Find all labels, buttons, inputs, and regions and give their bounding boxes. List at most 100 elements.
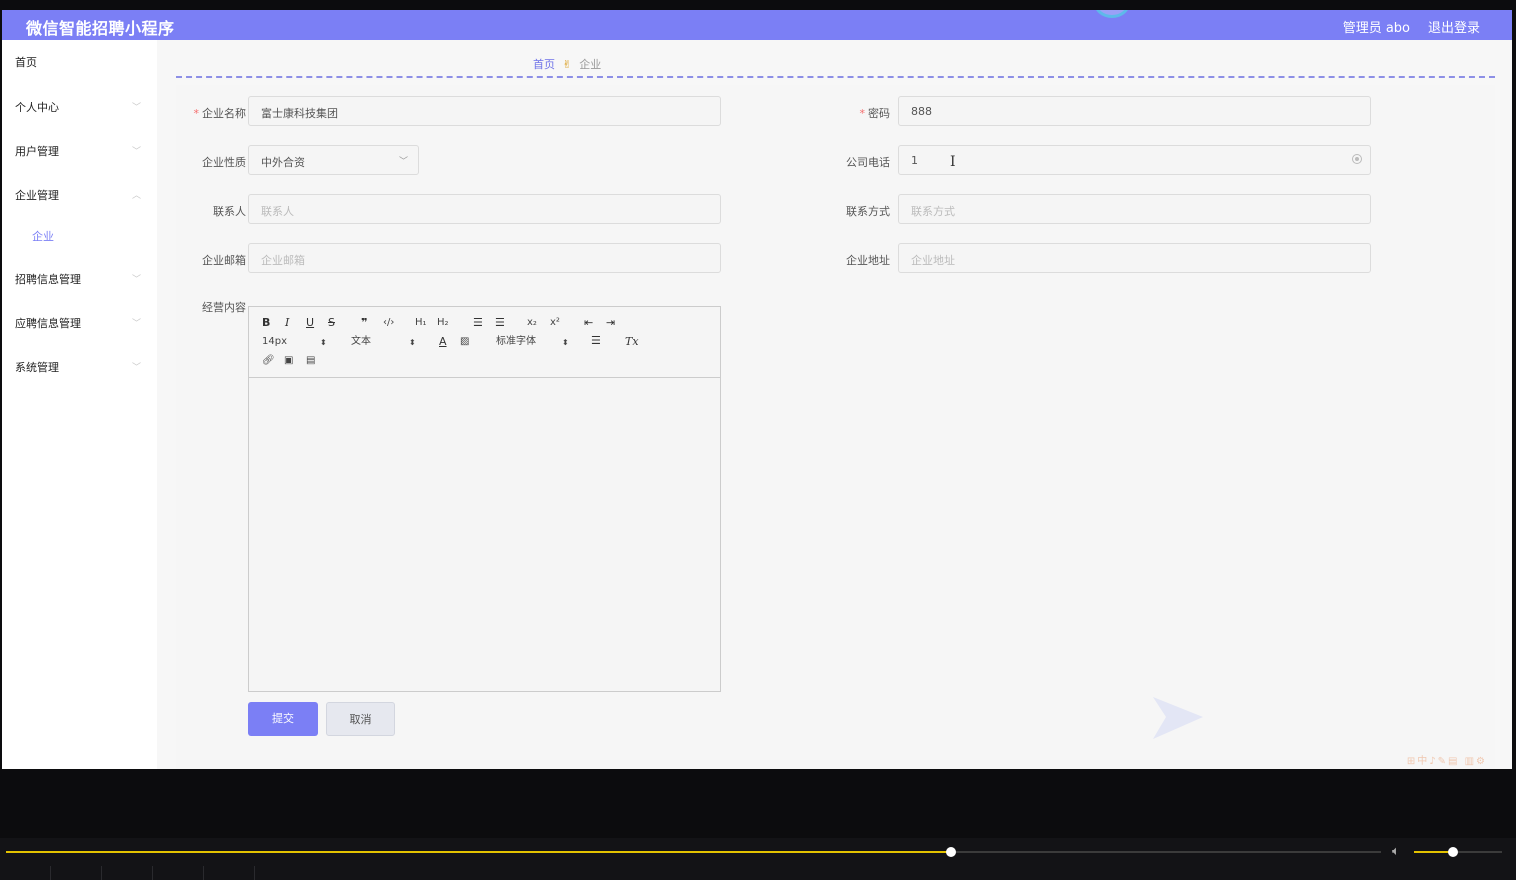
clear-format-button[interactable]: Tx bbox=[625, 335, 639, 349]
sidebar: 首页 个人中心 ﹀ 用户管理 ﹀ 企业管理 ︿ 企业 招聘信息管理 ﹀ 应聘信息… bbox=[2, 40, 157, 769]
company-phone-value: 1 bbox=[911, 154, 918, 167]
company-name-value: 富士康科技集团 bbox=[261, 107, 338, 120]
contact-method-input[interactable]: 联系方式 bbox=[898, 194, 1371, 224]
sidebar-item-system-management[interactable]: 系统管理 ﹀ bbox=[2, 351, 157, 381]
italic-button[interactable]: I bbox=[285, 316, 289, 330]
chevron-down-icon: ﹀ bbox=[132, 319, 142, 329]
player-tab-strip bbox=[0, 866, 260, 880]
superscript-button[interactable]: x² bbox=[550, 316, 560, 330]
company-nature-label: 企业性质 bbox=[202, 156, 246, 169]
floating-bubble-icon[interactable] bbox=[1094, 10, 1130, 18]
ime-tray-icons: ⊞中♪✎▤ ▥⚙ bbox=[1406, 756, 1487, 767]
sidebar-item-home[interactable]: 首页 bbox=[2, 46, 157, 76]
progress-handle[interactable] bbox=[945, 847, 956, 857]
player-tab[interactable] bbox=[51, 866, 102, 880]
editor-toolbar: B I U S ❞ ‹/› H₁ H₂ ☰ ☰ x₂ x² ⇤ ⇥ 14px ⬍… bbox=[249, 307, 720, 378]
password-value: 888 bbox=[911, 105, 932, 118]
company-email-input[interactable]: 企业邮箱 bbox=[248, 243, 721, 273]
required-mark: * bbox=[859, 107, 866, 120]
breadcrumb: 首页 ✌ 企业 bbox=[533, 56, 601, 72]
dashed-divider bbox=[176, 76, 1495, 78]
code-button[interactable]: ‹/› bbox=[383, 316, 394, 330]
contact-method-label: 联系方式 bbox=[846, 205, 890, 218]
password-label: * 密码 bbox=[859, 107, 891, 120]
company-nature-select[interactable]: 中外合资 ﹀ bbox=[248, 145, 419, 175]
logout-link[interactable]: 退出登录 bbox=[1428, 17, 1480, 36]
text-cursor-icon: I bbox=[950, 154, 956, 170]
player-tab[interactable] bbox=[204, 866, 255, 880]
editor-content-area[interactable] bbox=[249, 378, 720, 691]
volume-slider[interactable] bbox=[1414, 847, 1502, 857]
sidebar-item-label: 企业 bbox=[32, 230, 54, 243]
submit-button[interactable]: 提交 bbox=[248, 702, 318, 736]
company-name-label: * 企业名称 bbox=[193, 107, 247, 120]
app-window: 微信智能招聘小程序 管理员 abo 退出登录 首页 个人中心 ﹀ 用户管理 ﹀ … bbox=[2, 10, 1512, 769]
sidebar-item-company-management[interactable]: 企业管理 ︿ bbox=[2, 179, 157, 209]
paragraph-select[interactable]: 文本 ⬍ bbox=[351, 335, 419, 349]
password-input[interactable]: 888 bbox=[898, 96, 1371, 126]
strike-button[interactable]: S bbox=[328, 316, 335, 330]
sidebar-subitem-company[interactable]: 企业 bbox=[2, 220, 157, 250]
breadcrumb-home-link[interactable]: 首页 bbox=[533, 58, 555, 71]
clear-icon[interactable] bbox=[1352, 154, 1362, 164]
sidebar-item-user-management[interactable]: 用户管理 ﹀ bbox=[2, 135, 157, 165]
business-content-label: 经营内容 bbox=[202, 301, 246, 314]
sidebar-item-label: 个人中心 bbox=[15, 101, 59, 114]
font-family-select[interactable]: 标准字体 ⬍ bbox=[496, 335, 572, 349]
volume-handle[interactable] bbox=[1447, 847, 1458, 857]
contact-person-input[interactable]: 联系人 bbox=[248, 194, 721, 224]
player-tab[interactable] bbox=[153, 866, 204, 880]
bold-button[interactable]: B bbox=[262, 316, 270, 330]
sidebar-item-label: 系统管理 bbox=[15, 361, 59, 374]
h2-button[interactable]: H₂ bbox=[437, 316, 449, 330]
company-address-placeholder: 企业地址 bbox=[911, 254, 955, 267]
chevron-down-icon: ﹀ bbox=[398, 157, 408, 167]
contact-person-label: 联系人 bbox=[213, 205, 246, 218]
bullet-list-icon[interactable]: ☰ bbox=[495, 316, 505, 330]
chevron-up-icon: ︿ bbox=[132, 191, 142, 201]
required-mark: * bbox=[193, 107, 200, 120]
company-name-input[interactable]: 富士康科技集团 bbox=[248, 96, 721, 126]
hand-icon: ✌ bbox=[562, 58, 572, 71]
chevron-down-icon: ﹀ bbox=[132, 147, 142, 157]
company-address-label: 企业地址 bbox=[846, 254, 890, 267]
quote-button[interactable]: ❞ bbox=[361, 316, 367, 330]
company-email-placeholder: 企业邮箱 bbox=[261, 254, 305, 267]
underline-button[interactable]: U bbox=[306, 316, 314, 330]
progress-fill bbox=[6, 851, 951, 853]
app-title: 微信智能招聘小程序 bbox=[26, 19, 175, 38]
outdent-icon[interactable]: ⇤ bbox=[584, 316, 593, 330]
select-arrows-icon: ⬍ bbox=[409, 338, 416, 347]
sidebar-item-personal-center[interactable]: 个人中心 ﹀ bbox=[2, 91, 157, 121]
rich-text-editor: B I U S ❞ ‹/› H₁ H₂ ☰ ☰ x₂ x² ⇤ ⇥ 14px ⬍… bbox=[248, 306, 721, 692]
player-logo-watermark-icon bbox=[1153, 697, 1203, 739]
progress-slider[interactable] bbox=[6, 847, 1381, 857]
cancel-button[interactable]: 取消 bbox=[326, 702, 395, 736]
subscript-button[interactable]: x₂ bbox=[527, 316, 537, 330]
align-icon[interactable]: ☰ bbox=[591, 334, 601, 348]
company-address-input[interactable]: 企业地址 bbox=[898, 243, 1371, 273]
image-icon[interactable]: ▣ bbox=[284, 354, 293, 368]
volume-fill bbox=[1414, 851, 1453, 853]
select-arrows-icon: ⬍ bbox=[320, 338, 327, 347]
player-tab[interactable] bbox=[102, 866, 153, 880]
h1-button[interactable]: H₁ bbox=[415, 316, 427, 330]
admin-user-label[interactable]: 管理员 abo bbox=[1343, 17, 1410, 36]
chevron-down-icon: ﹀ bbox=[132, 103, 142, 113]
link-icon[interactable]: 🔗︎ bbox=[262, 354, 275, 368]
sidebar-item-label: 首页 bbox=[15, 56, 37, 69]
company-phone-input[interactable]: 1 bbox=[898, 145, 1371, 175]
player-tab[interactable] bbox=[0, 866, 51, 880]
ordered-list-icon[interactable]: ☰ bbox=[473, 316, 483, 330]
volume-icon[interactable]: 🔈︎ bbox=[1392, 844, 1400, 859]
sidebar-item-application-info[interactable]: 应聘信息管理 ﹀ bbox=[2, 307, 157, 337]
video-icon[interactable]: ▤ bbox=[306, 354, 315, 368]
indent-icon[interactable]: ⇥ bbox=[606, 316, 615, 330]
sidebar-item-recruitment-info[interactable]: 招聘信息管理 ﹀ bbox=[2, 263, 157, 293]
background-color-icon[interactable]: ▨ bbox=[460, 335, 469, 349]
contact-person-placeholder: 联系人 bbox=[261, 205, 294, 218]
contact-method-placeholder: 联系方式 bbox=[911, 205, 955, 218]
company-phone-label: 公司电话 bbox=[846, 156, 890, 169]
font-size-select[interactable]: 14px ⬍ bbox=[262, 335, 330, 349]
font-color-icon[interactable]: A bbox=[439, 335, 447, 349]
